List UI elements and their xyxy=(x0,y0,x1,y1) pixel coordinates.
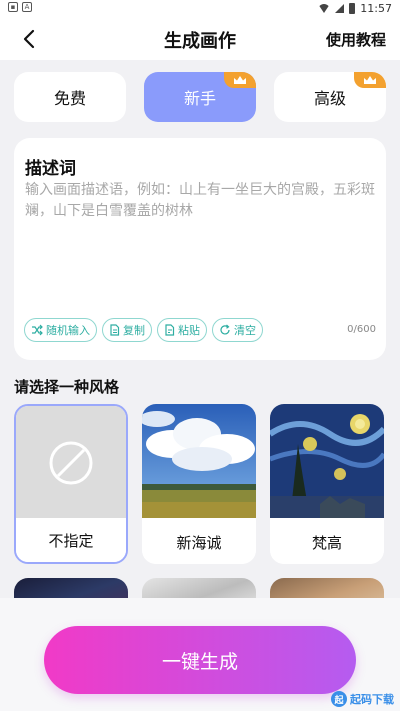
random-input-label: 随机输入 xyxy=(46,324,90,337)
tutorial-link[interactable]: 使用教程 xyxy=(326,29,386,50)
status-time: 11:57 xyxy=(360,2,392,15)
generate-button[interactable]: 一键生成 xyxy=(44,626,356,694)
style-section-title: 请选择一种风格 xyxy=(14,378,120,396)
style-label: 不指定 xyxy=(16,518,126,562)
header: 生成画作 使用教程 xyxy=(0,18,400,60)
copy-label: 复制 xyxy=(123,324,145,337)
style-thumb xyxy=(16,406,126,520)
mode-label: 新手 xyxy=(183,89,216,108)
copy-icon xyxy=(110,324,120,336)
style-thumb xyxy=(142,404,256,518)
style-label: 新海诚 xyxy=(142,520,256,564)
prompt-tools: 随机输入 复制 粘贴 清空 xyxy=(24,318,263,342)
random-input-button[interactable]: 随机输入 xyxy=(24,318,97,342)
prompt-title: 描述词 xyxy=(25,159,76,179)
mode-label: 高级 xyxy=(313,89,346,108)
paste-icon xyxy=(165,324,175,336)
style-card-vangogh[interactable]: 梵高 xyxy=(270,404,384,564)
warning-icon: A xyxy=(22,2,32,12)
clear-button[interactable]: 清空 xyxy=(212,318,263,342)
style-label: 梵高 xyxy=(270,520,384,564)
status-left: ▪ A xyxy=(8,2,32,12)
refresh-icon xyxy=(220,324,230,335)
watermark-text: 起码下载 xyxy=(350,693,394,706)
signal-icon xyxy=(335,4,345,13)
crown-badge xyxy=(354,72,386,88)
char-count: 0/600 xyxy=(347,324,376,335)
style-thumb xyxy=(270,404,384,518)
crown-badge xyxy=(224,72,256,88)
paste-button[interactable]: 粘贴 xyxy=(157,318,207,342)
style-card-shinkai[interactable]: 新海诚 xyxy=(142,404,256,564)
mode-novice-button[interactable]: 新手 xyxy=(144,72,256,122)
mode-selector: 免费 新手 高级 xyxy=(14,72,386,124)
prompt-input[interactable] xyxy=(25,180,375,308)
notification-icon: ▪ xyxy=(8,2,18,12)
crown-icon xyxy=(364,76,376,84)
watermark: 起 起码下载 xyxy=(331,691,394,707)
mode-label: 免费 xyxy=(53,89,86,108)
watermark-logo-icon: 起 xyxy=(331,691,347,707)
prohibited-icon xyxy=(49,441,93,485)
mode-free-button[interactable]: 免费 xyxy=(14,72,126,122)
style-card-none[interactable]: 不指定 xyxy=(14,404,128,564)
battery-icon xyxy=(349,3,356,14)
wifi-icon xyxy=(318,4,331,13)
paste-label: 粘贴 xyxy=(178,324,200,337)
status-bar: ▪ A 11:57 xyxy=(0,0,400,18)
chevron-left-icon xyxy=(23,29,35,49)
copy-button[interactable]: 复制 xyxy=(102,318,152,342)
generate-label: 一键生成 xyxy=(161,650,238,673)
mode-advanced-button[interactable]: 高级 xyxy=(274,72,386,122)
crown-icon xyxy=(234,76,246,84)
prompt-card: 描述词 随机输入 复制 粘贴 xyxy=(14,138,386,360)
status-right: 11:57 xyxy=(318,2,392,15)
shuffle-icon xyxy=(32,324,43,336)
back-button[interactable] xyxy=(18,27,42,51)
clear-label: 清空 xyxy=(234,324,256,337)
